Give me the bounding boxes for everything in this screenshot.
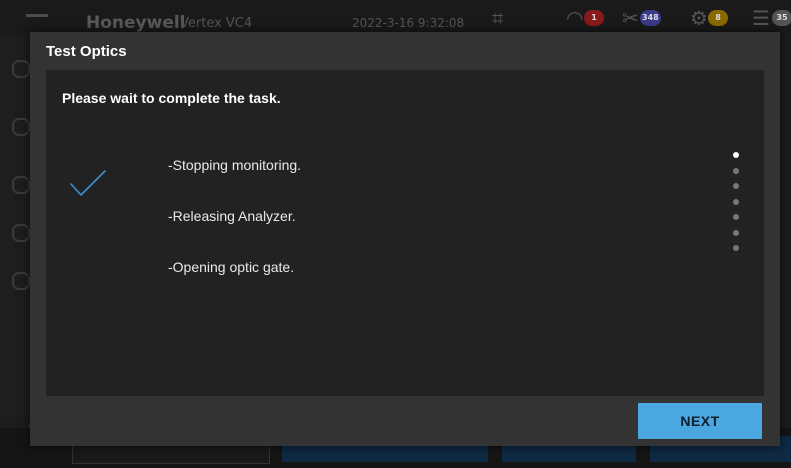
dialog-body: Please wait to complete the task. -Stopp… xyxy=(46,70,764,396)
rail-home-icon xyxy=(12,60,30,78)
menu-icon xyxy=(26,14,48,31)
fault-count-badge: 8 xyxy=(708,10,728,26)
rail-settings-icon xyxy=(12,224,30,242)
bell-icon: ◠ xyxy=(566,6,584,30)
progress-dot xyxy=(733,214,739,220)
step-releasing-analyzer: -Releasing Analyzer. xyxy=(168,208,296,224)
maintenance-count-badge: 348 xyxy=(640,10,661,26)
wrench-icon: ✂ xyxy=(622,6,639,30)
progress-dot xyxy=(733,183,739,189)
fault-icon: ⚙ xyxy=(690,6,708,30)
rail-list-icon xyxy=(12,118,30,136)
step-opening-optic-gate: -Opening optic gate. xyxy=(168,259,295,275)
progress-indicator xyxy=(733,152,741,261)
step-stopping-monitoring: -Stopping monitoring. xyxy=(168,157,302,173)
list-count-badge: 35 xyxy=(772,10,791,26)
task-steps-list: -Stopping monitoring. -Releasing Analyze… xyxy=(168,157,301,310)
progress-dot xyxy=(733,229,739,236)
progress-dot xyxy=(733,245,739,251)
wait-message: Please wait to complete the task. xyxy=(62,90,281,106)
product-name: Vertex VC4 xyxy=(180,16,253,31)
dialog-title: Test Optics xyxy=(46,43,127,60)
checkmark-icon xyxy=(70,170,106,196)
progress-dot xyxy=(733,198,739,205)
list-icon: ☰ xyxy=(752,6,770,30)
rail-chart-icon xyxy=(12,176,30,194)
test-optics-dialog: Test Optics Please wait to complete the … xyxy=(30,32,780,446)
top-bar: Honeywell Vertex VC4 2022-3-16 9:32:08 ⌗… xyxy=(0,0,791,36)
next-button[interactable]: NEXT xyxy=(638,403,762,439)
progress-dot xyxy=(733,167,739,174)
alarm-count-badge: 1 xyxy=(584,10,604,26)
progress-dot xyxy=(733,152,739,158)
datetime: 2022-3-16 9:32:08 xyxy=(352,16,465,30)
left-rail xyxy=(0,36,34,416)
rail-info-icon xyxy=(12,272,30,290)
network-icon: ⌗ xyxy=(492,6,504,30)
brand-logo: Honeywell xyxy=(86,13,186,33)
